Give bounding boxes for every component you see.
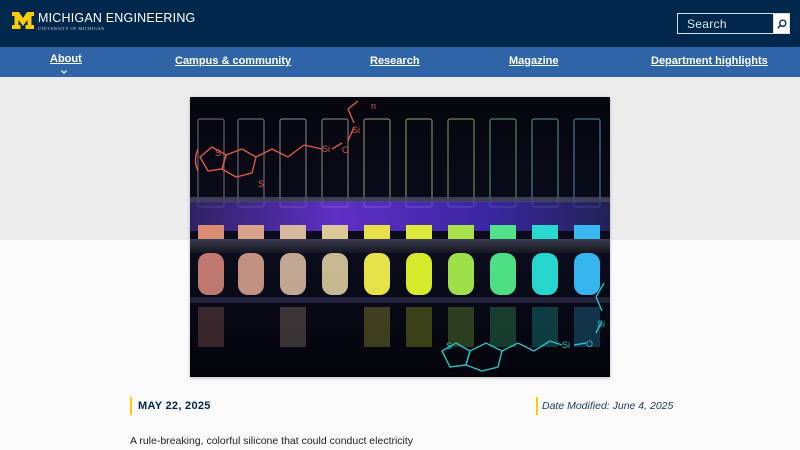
chem-label-o: O bbox=[342, 145, 349, 155]
nav-item-department-highlights[interactable]: Department highlights bbox=[651, 55, 768, 67]
chem-label-o: O bbox=[586, 339, 593, 349]
search-icon bbox=[776, 18, 787, 29]
search-button[interactable] bbox=[773, 13, 790, 34]
brand-title: MICHIGAN ENGINEERING bbox=[38, 11, 196, 25]
brand-subtitle: UNIVERSITY OF MICHIGAN bbox=[38, 26, 105, 31]
search-box bbox=[677, 13, 790, 34]
chem-label-s: S bbox=[258, 179, 264, 189]
chem-label-s: S bbox=[446, 341, 452, 351]
block-m-logo-icon bbox=[12, 12, 34, 29]
nav-item-magazine[interactable]: Magazine bbox=[509, 55, 559, 67]
search-input[interactable] bbox=[677, 13, 773, 34]
site-logo[interactable]: MICHIGAN ENGINEERING UNIVERSITY OF MICHI… bbox=[12, 12, 196, 31]
chem-label-si: Si bbox=[597, 319, 605, 329]
article-headline: A rule-breaking, colorful silicone that … bbox=[130, 435, 414, 447]
main-nav: About Campus & community Research Magazi… bbox=[0, 47, 800, 77]
logo-text: MICHIGAN ENGINEERING UNIVERSITY OF MICHI… bbox=[38, 11, 196, 32]
article-date: MAY 22, 2025 bbox=[130, 397, 211, 415]
hero-image: S S Si O Si n S Si O Si bbox=[190, 97, 610, 377]
chem-label-si: Si bbox=[322, 144, 330, 154]
chem-label-n: n bbox=[371, 101, 376, 111]
nav-item-campus-community[interactable]: Campus & community bbox=[175, 55, 291, 67]
chem-label-s: S bbox=[215, 148, 221, 158]
site-header: MICHIGAN ENGINEERING UNIVERSITY OF MICHI… bbox=[0, 0, 800, 47]
chevron-down-icon[interactable] bbox=[60, 68, 68, 76]
test-tubes-image: S S Si O Si n S Si O Si bbox=[190, 97, 610, 377]
chem-label-si: Si bbox=[352, 125, 360, 135]
date-modified: Date Modified: June 4, 2025 bbox=[536, 397, 673, 415]
nav-item-about[interactable]: About bbox=[50, 53, 82, 65]
nav-item-research[interactable]: Research bbox=[370, 55, 420, 67]
chem-label-si: Si bbox=[562, 340, 570, 350]
